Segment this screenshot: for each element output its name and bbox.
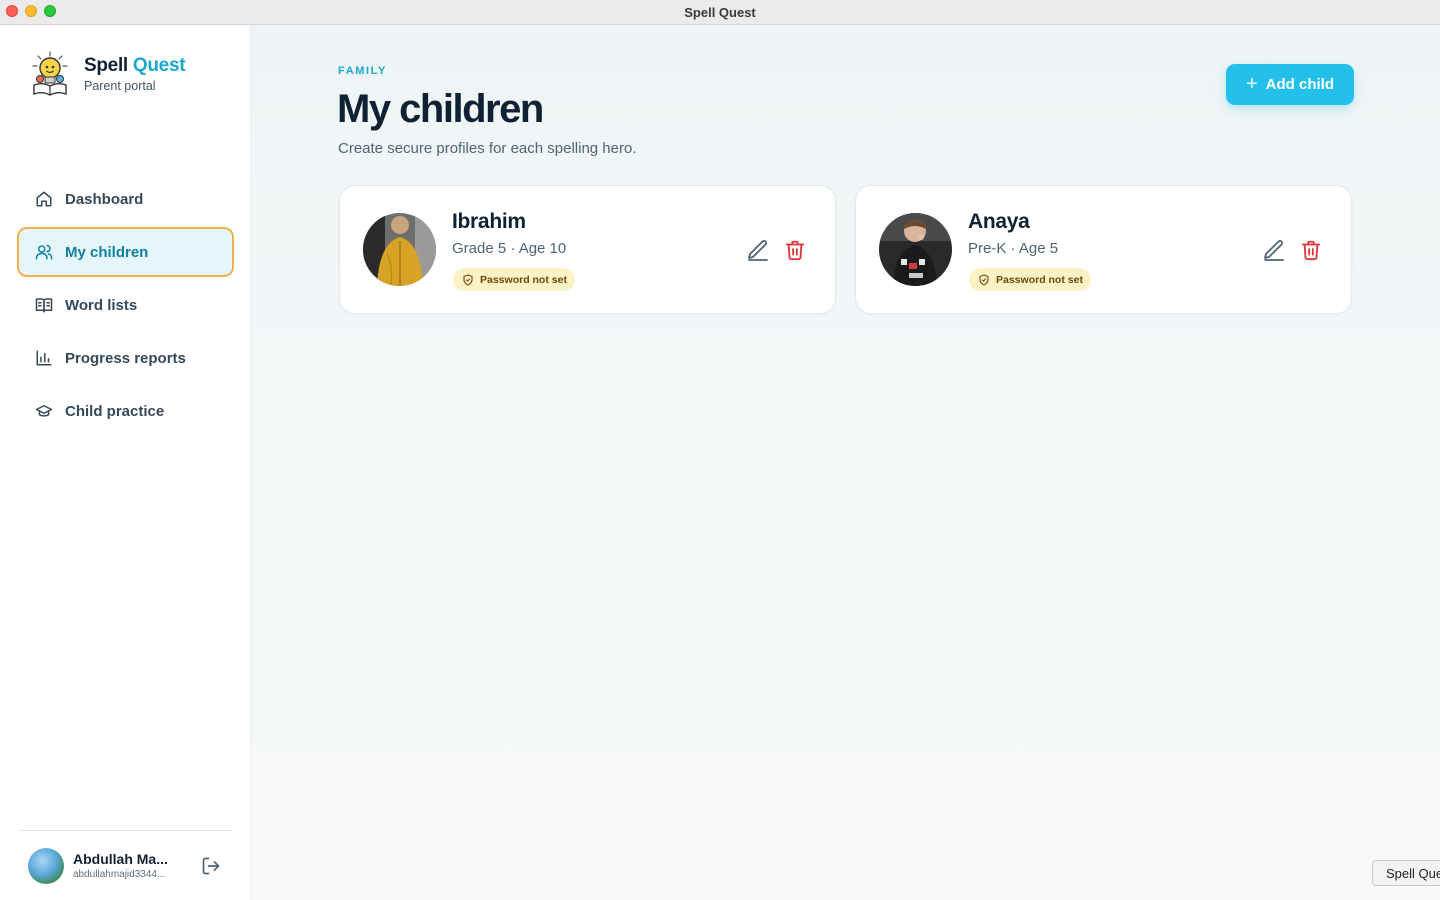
sidebar-item-label: Progress reports — [65, 349, 186, 367]
child-name: Anaya — [968, 210, 1030, 233]
user-info: Abdullah Ma... abdullahmajid3344... — [73, 851, 183, 880]
minimize-window-button[interactable] — [25, 5, 37, 17]
sidebar-item-my-children[interactable]: My children — [17, 227, 234, 277]
window-controls — [6, 5, 56, 17]
spell-quest-logo-icon — [32, 51, 68, 96]
password-status-badge: Password not set — [969, 268, 1091, 291]
logout-icon[interactable] — [201, 856, 221, 876]
child-avatar — [363, 213, 436, 286]
close-window-button[interactable] — [6, 5, 18, 17]
sidebar-item-child-practice[interactable]: Child practice — [17, 386, 234, 436]
child-card-ibrahim: Ibrahim Grade 5 · Age 10 Password not se… — [339, 185, 836, 314]
child-photo-icon — [879, 213, 952, 286]
page-title: My children — [337, 87, 544, 131]
users-icon — [35, 244, 53, 260]
sidebar-item-dashboard[interactable]: Dashboard — [17, 174, 234, 224]
brand-text: Spell Quest Parent portal — [84, 55, 186, 93]
brand-name: Spell Quest — [84, 55, 186, 77]
book-icon — [35, 298, 53, 313]
sidebar-item-label: Child practice — [65, 402, 165, 420]
user-avatar[interactable] — [28, 847, 64, 884]
graduation-cap-icon — [35, 405, 53, 417]
plus-icon: + — [1245, 72, 1258, 95]
sidebar-item-label: Word lists — [65, 296, 138, 314]
user-email: abdullahmajid3344... — [73, 869, 166, 880]
edit-child-button[interactable] — [1262, 238, 1286, 262]
sidebar-item-label: My children — [65, 243, 149, 261]
badge-label: Password not set — [996, 273, 1083, 286]
section-eyebrow: FAMILY — [338, 65, 387, 77]
password-status-badge: Password not set — [453, 268, 575, 291]
main-content: FAMILY My children Create secure profile… — [251, 25, 1440, 900]
delete-child-button[interactable] — [784, 238, 806, 262]
bar-chart-icon — [36, 350, 52, 366]
window-title: Spell Quest — [684, 4, 756, 20]
brand-name-part1: Spell — [84, 55, 128, 76]
app-window: Spell Quest Spell Quest Parent portal Da… — [0, 0, 1440, 900]
brand-name-part2: Quest — [132, 55, 186, 76]
home-icon — [36, 191, 52, 207]
brand-subtitle: Parent portal — [84, 79, 156, 93]
brand[interactable]: Spell Quest Parent portal — [30, 51, 186, 97]
child-photo-icon — [363, 213, 436, 286]
shield-check-icon — [979, 273, 989, 286]
badge-label: Password not set — [480, 273, 567, 286]
child-name: Ibrahim — [452, 210, 526, 233]
child-meta: Pre-K · Age 5 — [968, 240, 1059, 257]
user-name: Abdullah Ma... — [73, 851, 168, 867]
shield-check-icon — [463, 273, 473, 286]
child-card-anaya: Anaya Pre-K · Age 5 Password not set — [855, 185, 1352, 314]
edit-child-button[interactable] — [746, 238, 770, 262]
child-avatar — [879, 213, 952, 286]
sidebar: Spell Quest Parent portal Dashboard My c… — [0, 25, 251, 900]
sidebar-item-label: Dashboard — [65, 190, 144, 208]
title-bar: Spell Quest — [0, 0, 1440, 25]
child-meta: Grade 5 · Age 10 — [452, 240, 567, 257]
sidebar-nav: Dashboard My children Word lists Progres… — [17, 174, 234, 439]
user-profile: Abdullah Ma... abdullahmajid3344... — [18, 830, 232, 900]
sidebar-item-word-lists[interactable]: Word lists — [17, 280, 234, 330]
delete-child-button[interactable] — [1300, 238, 1322, 262]
add-child-label: Add child — [1265, 76, 1334, 93]
dock-tooltip: Spell Quest — [1372, 860, 1440, 886]
add-child-button[interactable]: + Add child — [1226, 64, 1354, 105]
page-subtitle: Create secure profiles for each spelling… — [338, 140, 637, 157]
maximize-window-button[interactable] — [44, 5, 56, 17]
sidebar-item-progress-reports[interactable]: Progress reports — [17, 333, 234, 383]
